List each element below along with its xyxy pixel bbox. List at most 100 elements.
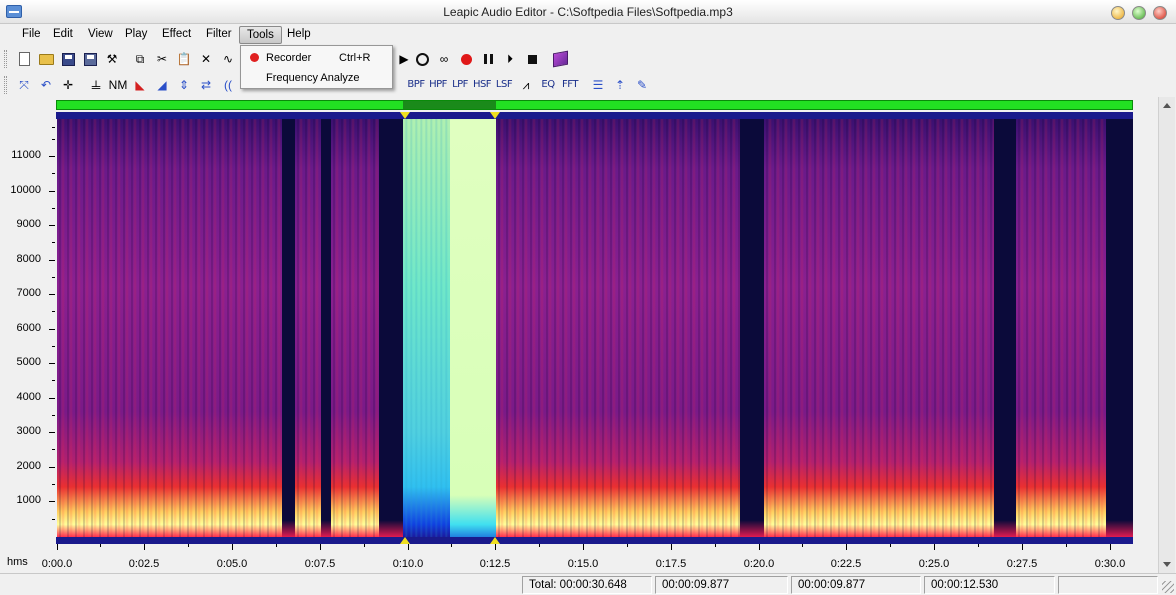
menu-item-label: Frequency Analyze bbox=[266, 72, 360, 84]
resize-grip-icon[interactable] bbox=[1162, 581, 1174, 593]
open-folder-icon[interactable] bbox=[36, 50, 56, 68]
y-tick bbox=[49, 398, 55, 399]
silence-segment bbox=[1106, 119, 1133, 537]
fft-button[interactable]: FFT bbox=[560, 76, 580, 94]
list-edit-icon[interactable]: ☰ bbox=[588, 76, 608, 94]
trim-icon[interactable]: ∿ bbox=[218, 50, 238, 68]
menu-view[interactable]: View bbox=[81, 26, 120, 44]
echo-icon[interactable]: (( bbox=[218, 76, 238, 94]
y-minor-tick bbox=[52, 173, 55, 174]
amplify-icon[interactable]: 𝍦 bbox=[86, 76, 106, 94]
y-tick bbox=[49, 191, 55, 192]
copy-icon[interactable]: ⧉ bbox=[130, 50, 150, 68]
loop-icon[interactable]: ∞ bbox=[434, 50, 454, 68]
selection-end-marker-bottom[interactable] bbox=[490, 537, 500, 544]
x-minor-tick bbox=[627, 544, 628, 547]
silence-segment bbox=[994, 119, 1016, 537]
record-icon[interactable] bbox=[456, 50, 476, 68]
x-tick bbox=[232, 544, 233, 550]
x-tick-label: 0:17.5 bbox=[655, 558, 687, 570]
y-tick-label: 2000 bbox=[16, 460, 41, 472]
play-icon[interactable]: ▶ bbox=[394, 50, 414, 68]
y-tick-label: 8000 bbox=[16, 253, 41, 265]
y-minor-tick bbox=[52, 415, 55, 416]
menu-help[interactable]: Help bbox=[280, 26, 318, 44]
menu-effect[interactable]: Effect bbox=[155, 26, 198, 44]
title-bar: Leapic Audio Editor - C:\Softpedia Files… bbox=[0, 0, 1176, 24]
selection-end-marker-top[interactable] bbox=[490, 112, 500, 119]
x-minor-tick bbox=[100, 544, 101, 547]
scroll-up-icon[interactable] bbox=[1163, 103, 1171, 108]
frequency-axis: 11000 10000 9000 8000 7000 6000 5000 400… bbox=[0, 119, 55, 537]
batch-icon[interactable]: ⇡ bbox=[610, 76, 630, 94]
y-tick-label: 5000 bbox=[16, 356, 41, 368]
stop-icon[interactable] bbox=[522, 50, 542, 68]
delete-icon[interactable]: ✕ bbox=[196, 50, 216, 68]
x-tick-label: 0:00.0 bbox=[41, 558, 73, 570]
reverse-icon[interactable]: ⇕ bbox=[174, 76, 194, 94]
selection-start-marker-top[interactable] bbox=[400, 112, 410, 119]
selection-start-marker-bottom[interactable] bbox=[400, 537, 410, 544]
maximize-button[interactable] bbox=[1132, 6, 1146, 20]
toolbar-grip[interactable] bbox=[4, 76, 7, 94]
y-minor-tick bbox=[52, 484, 55, 485]
x-tick bbox=[57, 544, 58, 550]
scroll-down-icon[interactable] bbox=[1163, 562, 1171, 567]
hpf-button[interactable]: HPF bbox=[428, 76, 448, 94]
vertical-scrollbar[interactable] bbox=[1158, 97, 1175, 573]
x-tick bbox=[671, 544, 672, 550]
menu-play[interactable]: Play bbox=[118, 26, 154, 44]
overview-selection[interactable] bbox=[403, 101, 496, 109]
x-minor-tick bbox=[890, 544, 891, 547]
bpf-button[interactable]: BPF bbox=[406, 76, 426, 94]
menu-filter[interactable]: Filter bbox=[199, 26, 239, 44]
selection-highlight bbox=[450, 119, 496, 537]
x-tick-label: 0:07.5 bbox=[304, 558, 336, 570]
hsf-button[interactable]: HSF bbox=[472, 76, 492, 94]
lsf-button[interactable]: LSF bbox=[494, 76, 514, 94]
undo-icon[interactable]: ↶ bbox=[36, 76, 56, 94]
properties-icon[interactable]: ⚒ bbox=[102, 50, 122, 68]
spectrogram-segment bbox=[57, 119, 282, 537]
spectrogram-bottom-bar bbox=[56, 537, 1133, 544]
menu-item-frequency-analyze[interactable]: Frequency Analyze bbox=[243, 68, 391, 87]
menu-bar: File Edit View Play Effect Filter Tools … bbox=[0, 24, 1176, 45]
lpf-button[interactable]: LPF bbox=[450, 76, 470, 94]
y-minor-tick bbox=[52, 127, 55, 128]
toolbar-grip[interactable] bbox=[4, 50, 7, 68]
menu-tools[interactable]: Tools bbox=[239, 26, 282, 44]
minimize-button[interactable] bbox=[1111, 6, 1125, 20]
paste-icon[interactable]: 📋 bbox=[174, 50, 194, 68]
x-tick bbox=[320, 544, 321, 550]
x-tick-label: 0:30.0 bbox=[1094, 558, 1126, 570]
new-file-icon[interactable] bbox=[14, 50, 34, 68]
spectrogram-segment bbox=[295, 119, 321, 537]
select-all-icon[interactable]: ⤧ bbox=[14, 76, 34, 94]
pause-icon[interactable] bbox=[478, 50, 498, 68]
eq-button[interactable]: EQ bbox=[538, 76, 558, 94]
equalizer-chart-icon[interactable]: ⩘ bbox=[516, 76, 536, 94]
cursor-position: 00:00:09.877 bbox=[655, 576, 788, 594]
overview-bar[interactable] bbox=[56, 100, 1133, 110]
close-button[interactable] bbox=[1153, 6, 1167, 20]
cut-icon[interactable]: ✂ bbox=[152, 50, 172, 68]
main-toolbar: ⚒ ⧉ ✂ 📋 ✕ ∿ ▶ ∞ ⏵ bbox=[0, 46, 1176, 72]
fade-out-icon[interactable]: ◢ bbox=[152, 76, 172, 94]
normalize-icon[interactable]: NM bbox=[108, 76, 128, 94]
step-forward-icon[interactable]: ⏵ bbox=[500, 50, 520, 68]
fade-in-icon[interactable]: ◣ bbox=[130, 76, 150, 94]
y-minor-tick bbox=[52, 449, 55, 450]
save-icon[interactable] bbox=[58, 50, 78, 68]
notes-edit-icon[interactable]: ✎ bbox=[632, 76, 652, 94]
help-book-icon[interactable] bbox=[550, 50, 570, 68]
play-circle-icon[interactable] bbox=[412, 50, 432, 68]
invert-icon[interactable]: ⇄ bbox=[196, 76, 216, 94]
spectrogram-view[interactable] bbox=[57, 119, 1133, 537]
cursor-icon[interactable]: ✛ bbox=[58, 76, 78, 94]
save-as-icon[interactable] bbox=[80, 50, 100, 68]
x-minor-tick bbox=[978, 544, 979, 547]
x-minor-tick bbox=[802, 544, 803, 547]
menu-item-recorder[interactable]: Recorder Ctrl+R bbox=[243, 48, 391, 67]
menu-edit[interactable]: Edit bbox=[46, 26, 80, 44]
menu-file[interactable]: File bbox=[15, 26, 48, 44]
